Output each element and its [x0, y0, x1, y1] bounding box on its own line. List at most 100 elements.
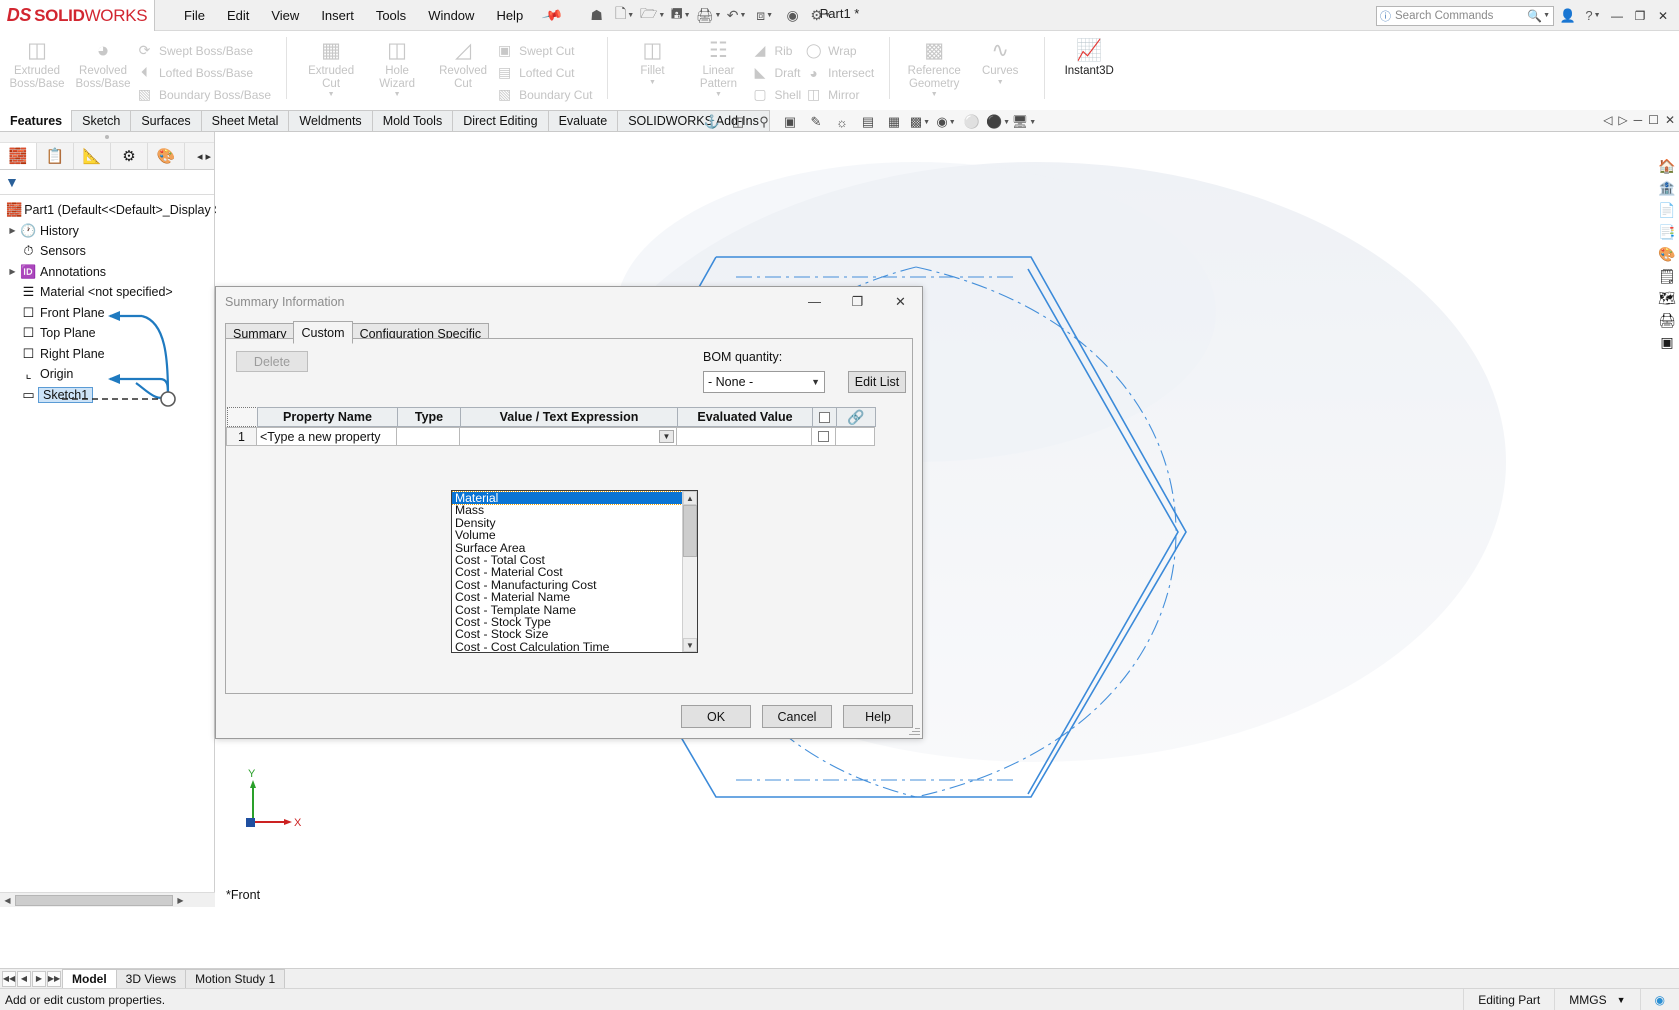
- hide-show-items-icon[interactable]: ☼: [830, 112, 854, 132]
- property-manager-icon[interactable]: 📋: [37, 143, 74, 169]
- cell-value-expression[interactable]: ▼: [459, 427, 677, 446]
- extruded-cut-dropdown-icon[interactable]: ▼: [328, 91, 335, 98]
- revolved-boss-base-button[interactable]: ◕ RevolvedBoss/Base: [70, 34, 136, 90]
- user-icon[interactable]: 👤: [1557, 5, 1579, 27]
- home-icon[interactable]: ☗: [584, 3, 610, 27]
- lofted-cut-button[interactable]: ▤ Lofted Cut: [496, 63, 596, 82]
- tree-root-part[interactable]: 🧱 Part1 (Default<<Default>_Display Sta: [4, 200, 214, 221]
- nav-last-button[interactable]: ▶▶: [47, 971, 61, 987]
- window-maximize-button[interactable]: ❐: [1630, 5, 1650, 27]
- doc-minimize-button[interactable]: ─: [1634, 113, 1643, 127]
- cancel-button[interactable]: Cancel: [762, 705, 832, 728]
- undo-icon[interactable]: ↶▼: [724, 3, 750, 27]
- dropdown-scrollbar-thumb[interactable]: [683, 505, 697, 557]
- appearance-icon[interactable]: ⚪: [960, 112, 984, 132]
- help-button[interactable]: Help: [843, 705, 913, 728]
- panel-drag-handle[interactable]: [0, 132, 214, 143]
- bottom-tab-3d-views[interactable]: 3D Views: [116, 969, 186, 988]
- dropdown-item-mass[interactable]: Mass: [452, 504, 682, 516]
- chevron-down-icon[interactable]: ▼: [1543, 12, 1550, 19]
- tab-features[interactable]: Features: [0, 110, 72, 131]
- mirror-button[interactable]: ◫ Mirror: [805, 85, 878, 104]
- scenes-icon[interactable]: 📑: [1656, 222, 1678, 242]
- tab-evaluate[interactable]: Evaluate: [548, 110, 619, 131]
- scroll-left-icon[interactable]: ◀: [0, 896, 15, 905]
- edit-list-button[interactable]: Edit List: [848, 371, 906, 393]
- dialog-maximize-button[interactable]: ❐: [836, 288, 879, 316]
- revolved-cut-button[interactable]: ◿ RevolvedCut: [430, 34, 496, 90]
- linear-pattern-dropdown-icon[interactable]: ▼: [715, 91, 722, 98]
- tree-item-sensors[interactable]: ⏱ Sensors: [4, 241, 214, 262]
- menu-tools[interactable]: Tools: [365, 4, 417, 27]
- appearances-icon[interactable]: 📄: [1656, 200, 1678, 220]
- chevron-down-icon[interactable]: ▼: [659, 430, 674, 443]
- window-close-button[interactable]: ✕: [1653, 5, 1673, 27]
- chevron-down-icon[interactable]: ▼: [811, 377, 820, 387]
- dropdown-item-material[interactable]: Material: [452, 492, 682, 504]
- fillet-button[interactable]: ◫ Fillet ▼: [619, 34, 685, 86]
- apply-scene-icon[interactable]: ▤: [856, 112, 880, 132]
- cell-type[interactable]: [396, 427, 460, 446]
- prev-icon[interactable]: ◁: [1603, 113, 1612, 127]
- lights-icon[interactable]: 🗒: [1656, 266, 1678, 286]
- menu-insert[interactable]: Insert: [310, 4, 365, 27]
- linear-pattern-button[interactable]: ☷ LinearPattern ▼: [685, 34, 751, 98]
- bom-quantity-select[interactable]: - None - ▼: [703, 371, 825, 393]
- configuration-manager-icon[interactable]: 📐: [74, 143, 111, 169]
- header-type[interactable]: Type: [397, 407, 461, 427]
- dialog-tab-custom[interactable]: Custom: [293, 321, 352, 344]
- dialog-resize-grip[interactable]: [908, 724, 920, 736]
- hide-show-icon[interactable]: ◉▼: [934, 112, 958, 132]
- nav-next-button[interactable]: ▶: [32, 971, 46, 987]
- ok-button[interactable]: OK: [681, 705, 751, 728]
- dimxpert-icon[interactable]: ⚙: [111, 143, 148, 169]
- scrollbar-thumb[interactable]: [15, 895, 173, 906]
- magnifier-icon[interactable]: 🔍: [1527, 9, 1542, 23]
- draft-button[interactable]: ◣ Draft: [751, 63, 805, 82]
- tree-item-top-plane[interactable]: ☐ Top Plane: [4, 323, 214, 344]
- nav-first-button[interactable]: ◀◀: [2, 971, 16, 987]
- cameras-icon[interactable]: 🗺: [1656, 288, 1678, 308]
- tree-item-annotations[interactable]: ▶ 🆔 Annotations: [4, 262, 214, 283]
- tree-item-history[interactable]: ▶ 🕐 History: [4, 221, 214, 242]
- dropdown-item-cost-material-name[interactable]: Cost - Material Name: [452, 591, 682, 603]
- select-icon[interactable]: ⧈▼: [752, 3, 778, 27]
- dropdown-item-cost-cost-calculation-time[interactable]: Cost - Cost Calculation Time: [452, 641, 682, 652]
- zoom-icon[interactable]: ⚲: [752, 112, 776, 132]
- tab-mold-tools[interactable]: Mold Tools: [372, 110, 454, 131]
- doc-close-button[interactable]: ✕: [1665, 113, 1675, 127]
- search-input[interactable]: ⓘ Search Commands 🔍 ▼: [1376, 6, 1554, 26]
- tab-weldments[interactable]: Weldments: [288, 110, 372, 131]
- home-icon[interactable]: 🏠: [1656, 156, 1678, 176]
- pushpin-icon[interactable]: 📌: [541, 3, 565, 26]
- cell-link-col[interactable]: [835, 427, 875, 446]
- dialog-close-button[interactable]: ✕: [879, 288, 922, 316]
- expand-arrow-icon[interactable]: ▶: [6, 226, 19, 235]
- view-orientation-icon[interactable]: ◫: [726, 112, 750, 132]
- expand-arrow-icon[interactable]: ▶: [6, 267, 19, 276]
- tree-filter-input[interactable]: ▼: [0, 170, 214, 195]
- shell-button[interactable]: ▢ Shell: [751, 85, 805, 104]
- tree-item-front-plane[interactable]: ☐ Front Plane: [4, 303, 214, 324]
- tree-item-right-plane[interactable]: ☐ Right Plane: [4, 344, 214, 365]
- tree-horizontal-scrollbar[interactable]: ◀ ▶: [0, 892, 215, 907]
- print-icon[interactable]: 🖨▼: [696, 3, 722, 27]
- header-rownum[interactable]: [227, 407, 258, 427]
- delete-button[interactable]: Delete: [236, 351, 308, 372]
- tree-item-material[interactable]: ☰ Material <not specified>: [4, 282, 214, 303]
- custom-view-icon[interactable]: 🖨: [1656, 310, 1678, 330]
- summary-information-dialog[interactable]: Summary Information — ❐ ✕ Summary Custom…: [215, 286, 923, 739]
- header-property-name[interactable]: Property Name: [257, 407, 398, 427]
- reference-geometry-dropdown-icon[interactable]: ▼: [931, 91, 938, 98]
- bottom-tab-motion-study-1[interactable]: Motion Study 1: [185, 969, 285, 988]
- rebuild-icon[interactable]: ◉: [780, 3, 806, 27]
- menu-edit[interactable]: Edit: [216, 4, 260, 27]
- cell-property-name[interactable]: <Type a new property: [256, 427, 397, 446]
- wrap-button[interactable]: ◯ Wrap: [805, 41, 878, 60]
- display-manager-icon[interactable]: 🎨: [148, 143, 185, 169]
- header-checkbox[interactable]: [819, 412, 830, 423]
- window-minimize-button[interactable]: —: [1607, 5, 1627, 27]
- zoom-to-fit-icon[interactable]: ⚓: [700, 112, 724, 132]
- fillet-dropdown-icon[interactable]: ▼: [649, 79, 656, 86]
- extruded-boss-base-button[interactable]: ◫ ExtrudedBoss/Base: [4, 34, 70, 90]
